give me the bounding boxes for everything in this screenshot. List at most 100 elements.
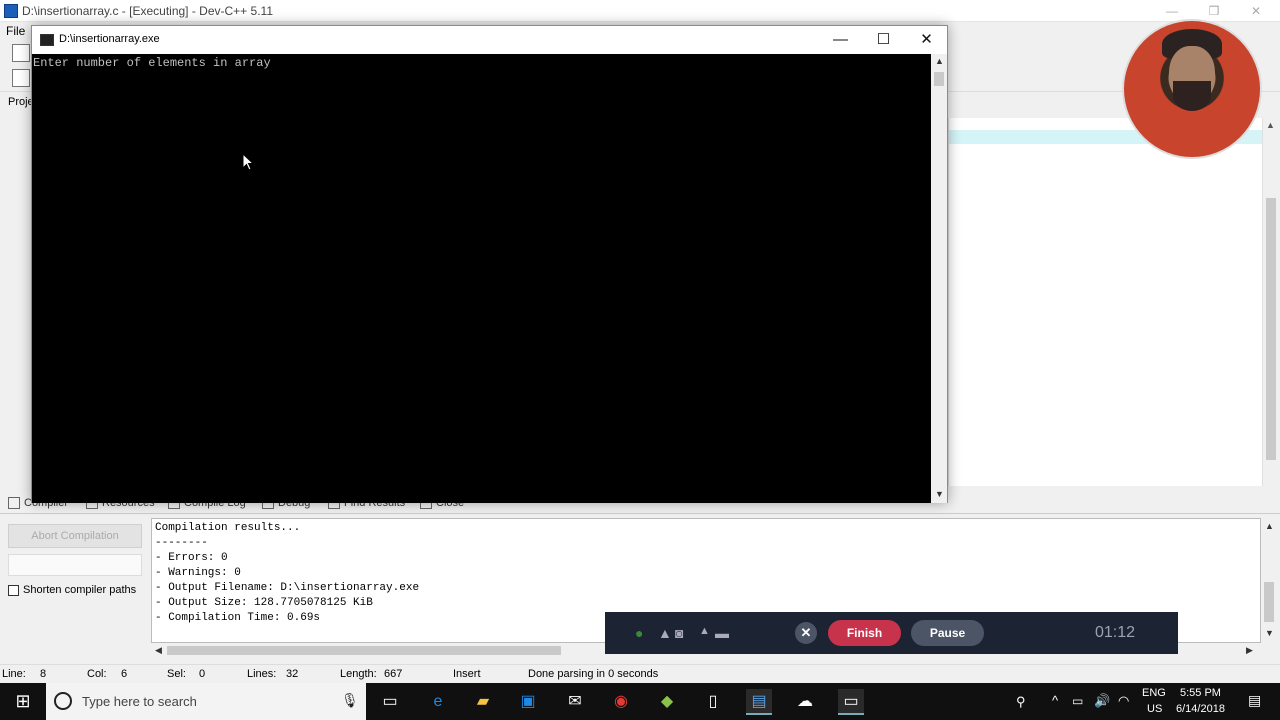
wifi-icon[interactable]: ◠ [1118, 693, 1129, 709]
ide-minimize-button[interactable]: — [1152, 2, 1192, 20]
screen-icon[interactable]: ▬ [715, 625, 729, 641]
battery-icon[interactable]: ▭ [1072, 694, 1083, 708]
console-window[interactable]: D:\insertionarray.exe — ☐ ✕ Enter number… [31, 25, 948, 503]
pause-button[interactable]: Pause [911, 620, 984, 646]
scroll-up-icon[interactable]: ▲ [935, 56, 944, 66]
finish-button[interactable]: Finish [828, 620, 901, 646]
cancel-recording-button[interactable]: ✕ [795, 622, 817, 644]
code-editor[interactable] [948, 118, 1263, 486]
console-titlebar[interactable]: D:\insertionarray.exe — ☐ ✕ [32, 26, 947, 54]
status-message: Done parsing in 0 seconds [528, 668, 659, 680]
windows-taskbar: ⊞ Type here to search 🎙 ▭ e ▰ ▣ ✉ ◉ ◆ ▯ … [0, 683, 1280, 720]
status-length-label: Length: [340, 668, 377, 680]
file-explorer-icon[interactable]: ▰ [470, 689, 496, 715]
compile-log-hscroll-thumb[interactable] [167, 646, 561, 655]
maximize-icon[interactable]: ☐ [862, 26, 905, 54]
record-indicator-icon: ● [635, 625, 644, 641]
shorten-paths-label: Shorten compiler paths [23, 584, 137, 596]
console-taskbar-icon[interactable]: ▭ [838, 689, 864, 715]
shorten-paths-checkbox[interactable]: Shorten compiler paths [8, 584, 136, 596]
windows-start-icon[interactable]: ⊞ [0, 683, 46, 720]
chevron-up-icon[interactable]: ▲ [658, 625, 672, 641]
status-line-label: Line: [2, 668, 26, 680]
scroll-right-icon[interactable]: ▶ [1246, 645, 1253, 656]
abort-compilation-button[interactable]: Abort Compilation [8, 524, 142, 548]
console-output-line: Enter number of elements in array [33, 56, 271, 70]
checkbox-box[interactable] [8, 584, 19, 596]
cloud-icon[interactable]: ☁ [792, 689, 818, 715]
devcpp-app-icon [4, 4, 18, 18]
compiler-options-panel: Abort Compilation Shorten compiler paths [0, 514, 150, 658]
search-placeholder: Type here to search [82, 694, 197, 709]
microphone-icon[interactable]: 🎙 [341, 692, 359, 709]
scroll-up-icon[interactable]: ▲ [1265, 521, 1274, 531]
webcam-icon[interactable]: ◙ [675, 625, 683, 641]
status-col-value: 6 [121, 668, 128, 680]
cortana-icon [54, 692, 72, 710]
status-lines-label: Lines: [247, 668, 277, 680]
store-icon[interactable]: ▣ [515, 689, 541, 715]
chevron-up-icon[interactable]: ^ [1052, 693, 1058, 708]
status-bar: Line: 8 Col: 6 Sel: 0 Lines: 32 Length: … [0, 664, 1280, 683]
menu-file[interactable]: File [6, 24, 25, 38]
status-sel-label: Sel: [167, 668, 186, 680]
edge-browser-icon[interactable]: e [425, 689, 451, 715]
compile-log-vertical-scrollbar[interactable]: ▲ ▼ [1261, 518, 1278, 643]
log-line: - Errors: 0 [155, 552, 228, 564]
scroll-up-icon[interactable]: ▲ [1266, 120, 1275, 130]
status-insert-mode: Insert [453, 668, 481, 680]
log-line: - Warnings: 0 [155, 567, 241, 579]
status-lines-value: 32 [286, 668, 299, 680]
log-line: - Output Filename: D:\insertionarray.exe [155, 582, 420, 594]
region-code[interactable]: US [1147, 703, 1162, 715]
compiler-icon [8, 497, 20, 509]
minimize-icon[interactable]: — [819, 26, 862, 54]
log-line: -------- [155, 537, 208, 549]
status-line-value: 8 [40, 668, 47, 680]
scroll-down-icon[interactable]: ▼ [935, 489, 944, 499]
clock-time[interactable]: 5:55 PM [1180, 687, 1221, 699]
webcam-menu-icon[interactable]: ▲ [699, 625, 710, 637]
close-icon[interactable]: ✕ [905, 26, 948, 54]
language-code[interactable]: ENG [1142, 687, 1166, 699]
ide-restore-button[interactable]: ❐ [1194, 2, 1234, 20]
class-browser-icon[interactable] [12, 69, 30, 87]
ide-titlebar: D:\insertionarray.c - [Executing] - Dev-… [0, 0, 1280, 22]
console-output-area[interactable]: Enter number of elements in array [32, 54, 931, 503]
app-icon[interactable]: ◆ [654, 689, 680, 715]
chrome-icon[interactable]: ◉ [608, 689, 634, 715]
people-icon[interactable]: ⚲ [1016, 694, 1026, 710]
document-icon[interactable]: ▯ [700, 689, 726, 715]
devcpp-taskbar-icon[interactable]: ▤ [746, 689, 772, 715]
editor-vertical-scrollbar[interactable]: ▲ [1262, 118, 1279, 486]
console-app-icon [40, 34, 54, 46]
compile-log-scroll-thumb[interactable] [1264, 582, 1274, 622]
task-view-icon[interactable]: ▭ [377, 689, 403, 715]
notifications-icon[interactable]: ▤ [1248, 692, 1261, 709]
console-scroll-thumb[interactable] [934, 72, 944, 86]
editor-scroll-thumb[interactable] [1266, 198, 1276, 460]
console-vertical-scrollbar[interactable]: ▲ ▼ [931, 54, 947, 503]
recording-timer: 01:12 [1095, 624, 1136, 641]
taskbar-search[interactable]: Type here to search 🎙 [46, 683, 366, 720]
status-col-label: Col: [87, 668, 107, 680]
presenter-beard [1173, 81, 1211, 111]
console-title: D:\insertionarray.exe [59, 33, 160, 45]
log-line: - Output Size: 128.7705078125 KiB [155, 597, 373, 609]
mouse-pointer-icon [242, 153, 254, 171]
ide-close-button[interactable]: ✕ [1236, 2, 1276, 20]
log-line: Compilation results... [155, 522, 301, 534]
project-tab-label[interactable]: Proje [8, 96, 34, 108]
ide-window-title: D:\insertionarray.c - [Executing] - Dev-… [22, 4, 273, 18]
screen-recorder-bar: ● ▲ ◙ ▲ ▬ ✕ Finish Pause 01:12 [605, 612, 1178, 654]
webcam-overlay [1122, 19, 1262, 159]
compiler-progress-field [8, 554, 142, 576]
mail-icon[interactable]: ✉ [562, 689, 588, 715]
clock-date[interactable]: 6/14/2018 [1176, 703, 1225, 715]
new-file-icon[interactable] [12, 44, 30, 62]
system-tray: ⚲ ^ ▭ 🔊 ◠ ENG US 5:55 PM 6/14/2018 ▤ [1010, 683, 1280, 720]
scroll-down-icon[interactable]: ▼ [1265, 628, 1274, 638]
status-length-value: 667 [384, 668, 403, 680]
volume-icon[interactable]: 🔊 [1094, 693, 1110, 709]
scroll-left-icon[interactable]: ◀ [155, 645, 162, 656]
